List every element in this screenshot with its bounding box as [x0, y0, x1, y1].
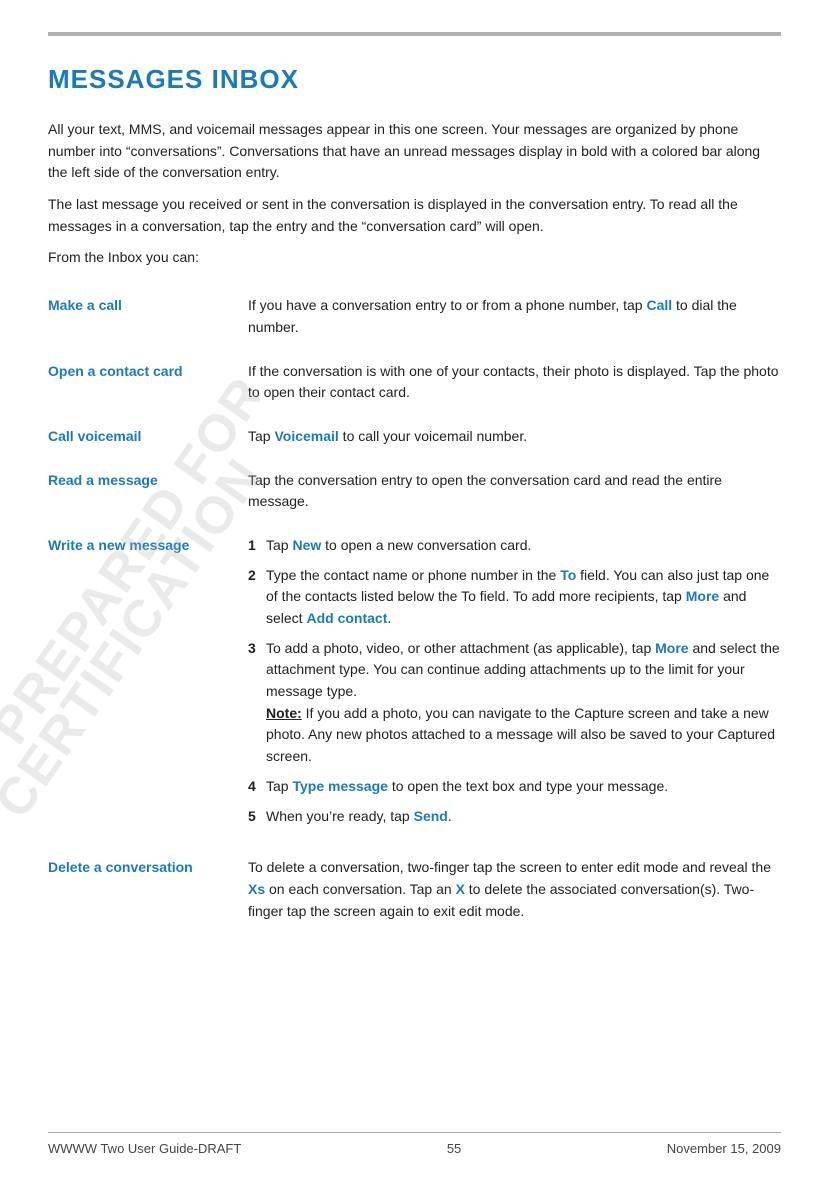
feature-desc-write-message: 1 Tap New to open a new conversation car… [248, 527, 781, 849]
feature-label-open-contact: Open a contact card [48, 353, 248, 418]
x-link: X [456, 881, 465, 897]
more-link-2: More [655, 640, 688, 656]
feature-row-open-contact: Open a contact card If the conversation … [48, 353, 781, 418]
send-link: Send [414, 808, 448, 824]
write-step-1: 1 Tap New to open a new conversation car… [248, 535, 781, 557]
write-step-5: 5 When you’re ready, tap Send. [248, 806, 781, 828]
intro-paragraph-2: The last message you received or sent in… [48, 194, 781, 237]
feature-row-make-call: Make a call If you have a conversation e… [48, 287, 781, 352]
write-step-2: 2 Type the contact name or phone number … [248, 565, 781, 630]
intro-paragraph-1: All your text, MMS, and voicemail messag… [48, 119, 781, 184]
note-label: Note: [266, 705, 302, 721]
feature-desc-open-contact: If the conversation is with one of your … [248, 353, 781, 418]
feature-desc-delete-conversation: To delete a conversation, two-finger tap… [248, 849, 781, 936]
feature-label-write-message: Write a new message [48, 527, 248, 849]
page-title: MESSAGES INBOX [48, 64, 781, 95]
write-message-steps: 1 Tap New to open a new conversation car… [248, 535, 781, 827]
call-link: Call [646, 297, 672, 313]
feature-row-delete-conversation: Delete a conversation To delete a conver… [48, 849, 781, 936]
footer-left: WWWW Two User Guide-DRAFT [48, 1141, 241, 1156]
feature-label-read-message: Read a message [48, 462, 248, 527]
xs-link: Xs [248, 881, 265, 897]
to-link: To [560, 567, 576, 583]
feature-desc-call-voicemail: Tap Voicemail to call your voicemail num… [248, 418, 781, 462]
top-border [48, 32, 781, 36]
more-link-1: More [686, 588, 719, 604]
feature-label-call-voicemail: Call voicemail [48, 418, 248, 462]
add-contact-link: Add contact [306, 610, 387, 626]
voicemail-link: Voicemail [274, 428, 338, 444]
write-step-3: 3 To add a photo, video, or other attach… [248, 638, 781, 768]
feature-label-delete-conversation: Delete a conversation [48, 849, 248, 936]
feature-desc-make-call: If you have a conversation entry to or f… [248, 287, 781, 352]
footer-center: 55 [447, 1141, 461, 1156]
feature-label-make-call: Make a call [48, 287, 248, 352]
type-message-link: Type message [292, 778, 387, 794]
footer-right: November 15, 2009 [667, 1141, 781, 1156]
write-step-4: 4 Tap Type message to open the text box … [248, 776, 781, 798]
page: MESSAGES INBOX All your text, MMS, and v… [0, 0, 829, 1188]
feature-row-read-message: Read a message Tap the conversation entr… [48, 462, 781, 527]
feature-row-call-voicemail: Call voicemail Tap Voicemail to call you… [48, 418, 781, 462]
from-inbox-text: From the Inbox you can: [48, 247, 781, 269]
new-link: New [292, 537, 321, 553]
footer: WWWW Two User Guide-DRAFT 55 November 15… [48, 1132, 781, 1156]
features-table: Make a call If you have a conversation e… [48, 287, 781, 936]
feature-desc-read-message: Tap the conversation entry to open the c… [248, 462, 781, 527]
feature-row-write-message: Write a new message 1 Tap New to open a … [48, 527, 781, 849]
